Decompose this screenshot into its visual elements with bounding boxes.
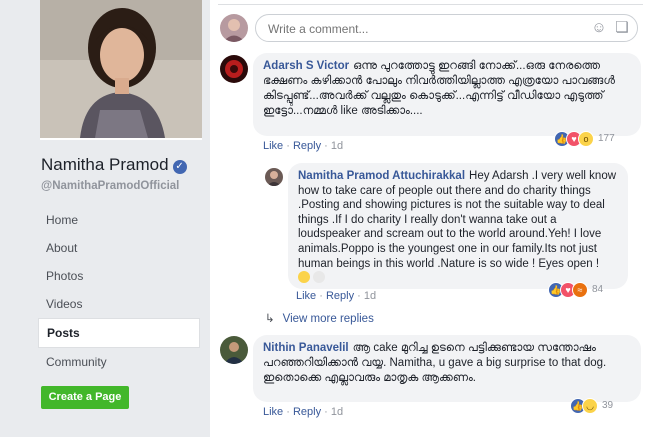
wow-reaction-icon: o: [578, 131, 594, 147]
reply-arrow-icon: ↳: [265, 313, 275, 325]
haha-reaction-icon: ◡: [582, 398, 598, 414]
comment-author[interactable]: Nithin Panavelil: [263, 342, 349, 354]
reaction-count: 84: [592, 284, 604, 295]
current-user-avatar[interactable]: [220, 14, 248, 42]
comment-time[interactable]: 1d: [331, 140, 343, 152]
reply-reaction-summary[interactable]: 👍 ♥ ≈ 84: [548, 282, 638, 298]
grinning-emoji-icon: [298, 271, 310, 284]
post-actions-divider: [218, 0, 643, 5]
reply-bubble: Namitha Pramod Attuchirakkal Hey Adarsh .…: [288, 163, 628, 289]
nav-item-videos[interactable]: Videos: [38, 290, 200, 318]
like-link[interactable]: Like: [263, 406, 283, 418]
sticker-icon[interactable]: ❏: [614, 20, 630, 36]
like-link[interactable]: Like: [263, 140, 283, 152]
comment-input[interactable]: [266, 21, 570, 37]
comment-composer[interactable]: ☺ ❏: [255, 14, 638, 42]
page-handle[interactable]: @NamithaPramodOfficial: [41, 180, 179, 192]
reply-link[interactable]: Reply: [293, 406, 321, 418]
reaction-count: 39: [602, 400, 614, 411]
nav-item-about[interactable]: About: [38, 234, 200, 262]
profile-picture[interactable]: [40, 0, 202, 140]
nav-item-photos[interactable]: Photos: [38, 262, 200, 290]
comment-bubble: Adarsh S Victor ഒന്നു പുറത്തോട്ടു ഇറങ്ങി …: [253, 53, 641, 136]
reply-author[interactable]: Namitha Pramod Attuchirakkal: [298, 170, 465, 182]
page-nav: Home About Photos Videos Posts Community: [38, 206, 200, 376]
verified-badge-icon: ✓: [172, 160, 187, 174]
reply-link[interactable]: Reply: [293, 140, 321, 152]
view-more-replies-link[interactable]: ↳ View more replies: [265, 311, 374, 325]
nav-item-community[interactable]: Community: [38, 348, 200, 376]
reply-actions: Like · Reply · 1d: [296, 290, 377, 302]
comment-actions: Like · Reply · 1d: [263, 140, 344, 152]
nav-item-home[interactable]: Home: [38, 206, 200, 234]
comment-actions: Like · Reply · 1d: [263, 406, 344, 418]
reply-text: Hey Adarsh .I very well know how to take…: [298, 170, 617, 270]
emoji-icon[interactable]: ☺: [591, 20, 607, 36]
ghost-emoji-icon: [313, 271, 325, 284]
commenter-avatar[interactable]: [220, 336, 248, 364]
comment-time[interactable]: 1d: [331, 406, 343, 418]
commenter-avatar[interactable]: [220, 55, 248, 83]
page-sidebar: Namitha Pramod ✓ @NamithaPramodOfficial H…: [0, 0, 210, 437]
reply-link[interactable]: Reply: [326, 290, 354, 302]
reaction-count: 177: [598, 133, 615, 144]
angry-reaction-icon: ≈: [572, 282, 588, 298]
reaction-summary[interactable]: 👍 ◡ 39: [570, 398, 630, 414]
comment-author[interactable]: Adarsh S Victor: [263, 60, 349, 72]
like-link[interactable]: Like: [296, 290, 316, 302]
comment-time[interactable]: 1d: [364, 290, 376, 302]
comment-bubble: Nithin Panavelil ആ cake മുറിച്ച ഉടനെ പട്ട…: [253, 335, 641, 402]
reply-avatar[interactable]: [265, 168, 283, 186]
nav-item-posts[interactable]: Posts: [38, 318, 200, 348]
comments-panel: ☺ ❏ Adarsh S Victorഒന്നു പുറത്തോട്ടു ഇറങ…: [210, 0, 650, 437]
page-title[interactable]: Namitha Pramod ✓: [41, 155, 187, 175]
reaction-summary[interactable]: 👍 ♥ o 177: [550, 131, 640, 147]
create-page-button[interactable]: Create a Page: [41, 386, 129, 409]
